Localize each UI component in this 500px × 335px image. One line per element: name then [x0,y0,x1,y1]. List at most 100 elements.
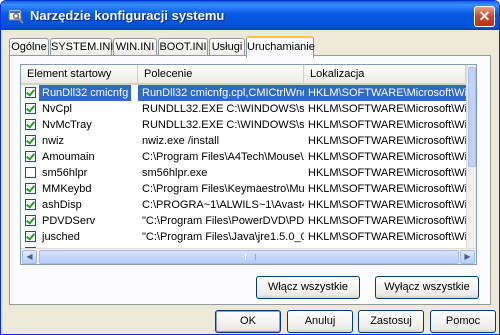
startup-item-checkbox[interactable] [25,151,36,162]
startup-item-checkbox[interactable] [25,199,36,210]
help-button[interactable]: Pomoc [430,310,496,333]
startup-item-name: NvCpl [42,103,72,115]
table-row[interactable]: NvCpl RUNDLL32.EXE C:\WINDOWS\syste... HKL… [21,101,466,117]
table-row[interactable]: RunDll32 cmicnfg RunDll32 cmicnfg.cpl,CMI… [21,85,466,101]
startup-item-cell: PDVDServ [21,213,137,229]
column-header-item[interactable]: Element startowy [21,65,138,83]
startup-item-name: nwiz [42,135,65,147]
startup-item-checkbox[interactable] [25,135,36,146]
startup-item-cell: RunDll32 cmicnfg [21,85,137,101]
startup-location: HKLM\SOFTWARE\Microsoft\Windows [308,183,466,195]
startup-panel: Element startowy Polecenie Lokalizacja R… [9,55,491,305]
vertical-scrollbar[interactable] [466,65,476,248]
startup-item-checkbox[interactable] [25,87,36,98]
startup-location: HKLM\SOFTWARE\Microsoft\Windows [304,85,466,101]
title-bar[interactable]: Narzędzie konfiguracji systemu ✕ [1,1,499,30]
tab-uruchamianie[interactable]: Uruchamianie [246,36,315,58]
msconfig-window: Narzędzie konfiguracji systemu ✕ Ogólne … [0,0,500,335]
checkmark-icon [26,87,35,97]
startup-item-checkbox[interactable] [25,119,36,130]
list-rows: RunDll32 cmicnfg RunDll32 cmicnfg.cpl,CMI… [21,85,466,264]
startup-item-cell: MMKeybd [21,181,137,197]
table-row[interactable]: PDVDServ "C:\Program Files\PowerDVD\PDVDS… [21,213,466,229]
startup-item-name: ashDisp [42,199,82,211]
tab-ogolne[interactable]: Ogólne [9,38,49,56]
table-row[interactable]: sm56hlpr sm56hlpr.exe HKLM\SOFTWARE\Micros… [21,165,466,181]
table-row[interactable]: MMKeybd C:\Program Files\Keymaestro\Multi… [21,181,466,197]
checkmark-icon [26,135,35,145]
startup-item-name: MMKeybd [42,183,92,195]
startup-item-cell: jusched [21,229,137,245]
startup-command: C:\Program Files\A4Tech\Mouse\Am... [142,151,304,163]
tab-uslugi[interactable]: Usługi [209,38,245,56]
tab-boot-ini[interactable]: BOOT.INI [158,38,208,56]
startup-item-cell: Amoumain [21,149,137,165]
startup-command: "C:\Program Files\PowerDVD\PDVDS... [142,215,304,227]
list-header: Element startowy Polecenie Lokalizacja [21,65,466,85]
apply-button[interactable]: Zastosuj [358,310,424,333]
startup-item-checkbox[interactable] [25,231,36,242]
startup-location: HKLM\SOFTWARE\Microsoft\Windows [308,103,466,115]
startup-item-checkbox[interactable] [25,167,36,178]
table-row[interactable]: NvMcTray RUNDLL32.EXE C:\WINDOWS\syste...… [21,117,466,133]
startup-location: HKLM\SOFTWARE\Microsoft\Windows [308,119,466,131]
startup-item-name: Amoumain [42,151,95,163]
startup-command: C:\Program Files\Keymaestro\Multim... [142,183,304,195]
scroll-right-icon[interactable]: ▶ [460,250,475,264]
tab-win-ini[interactable]: WIN.INI [113,38,157,56]
startup-command: RUNDLL32.EXE C:\WINDOWS\syste... [142,119,304,131]
startup-location: HKLM\SOFTWARE\Microsoft\Windows [308,167,466,179]
startup-command: "C:\Program Files\Java\jre1.5.0_06\... [142,231,304,243]
startup-item-name: PDVDServ [42,215,96,227]
startup-command: C:\PROGRA~1\ALWILS~1\Avast4\a... [142,199,304,211]
enable-all-button[interactable]: Włącz wszystkie [256,276,360,299]
startup-item-checkbox[interactable] [25,183,36,194]
horizontal-scrollbar[interactable]: ◀ ▶ [21,248,476,264]
startup-location: HKLM\SOFTWARE\Microsoft\Windows [308,199,466,211]
startup-item-cell: nwiz [21,133,137,149]
startup-command: nwiz.exe /install [142,135,220,147]
startup-list[interactable]: Element startowy Polecenie Lokalizacja R… [20,64,477,265]
startup-command: RUNDLL32.EXE C:\WINDOWS\syste... [142,103,304,115]
vertical-scroll-thumb[interactable] [468,67,476,167]
startup-item-name: jusched [42,231,80,243]
startup-item-cell: NvMcTray [21,117,137,133]
startup-item-checkbox[interactable] [25,103,36,114]
checkmark-icon [26,119,35,129]
window-title: Narzędzie konfiguracji systemu [30,8,225,23]
msconfig-icon [8,9,24,24]
startup-item-checkbox[interactable] [25,215,36,226]
close-button[interactable]: ✕ [474,6,495,27]
tab-system-ini[interactable]: SYSTEM.INI [50,38,113,56]
startup-item-cell: ashDisp [21,197,137,213]
startup-item-name: NvMcTray [42,119,92,131]
ok-button[interactable]: OK [215,310,281,333]
startup-location: HKLM\SOFTWARE\Microsoft\Windows [308,135,466,147]
startup-command: sm56hlpr.exe [142,167,208,179]
scroll-left-icon[interactable]: ◀ [22,250,37,264]
checkmark-icon [26,231,35,241]
disable-all-button[interactable]: Wyłącz wszystkie [375,276,479,299]
checkmark-icon [26,199,35,209]
table-row[interactable]: Amoumain C:\Program Files\A4Tech\Mouse\Am… [21,149,466,165]
checkmark-icon [26,151,35,161]
startup-item-cell: sm56hlpr [21,165,137,181]
startup-location: HKLM\SOFTWARE\Microsoft\Windows [308,151,466,163]
startup-location: HKLM\SOFTWARE\Microsoft\Windows [308,231,466,243]
startup-item-name: RunDll32 cmicnfg [39,85,132,101]
table-row[interactable]: jusched "C:\Program Files\Java\jre1.5.0_0… [21,229,466,245]
column-header-location[interactable]: Lokalizacja [304,65,466,83]
table-row[interactable]: nwiz nwiz.exe /install HKLM\SOFTWARE\Micro… [21,133,466,149]
cancel-button[interactable]: Anuluj [287,310,353,333]
grip-icon [245,254,256,260]
startup-command: RunDll32 cmicnfg.cpl,CMICtrlWnd [138,85,304,101]
checkmark-icon [26,103,35,113]
horizontal-scroll-thumb[interactable] [39,250,459,264]
startup-item-cell: NvCpl [21,101,137,117]
startup-location: HKLM\SOFTWARE\Microsoft\Windows [308,215,466,227]
checkmark-icon [26,215,35,225]
startup-item-name: sm56hlpr [42,167,88,179]
column-header-command[interactable]: Polecenie [138,65,304,83]
table-row[interactable]: ashDisp C:\PROGRA~1\ALWILS~1\Avast4\a... H… [21,197,466,213]
checkmark-icon [26,183,35,193]
